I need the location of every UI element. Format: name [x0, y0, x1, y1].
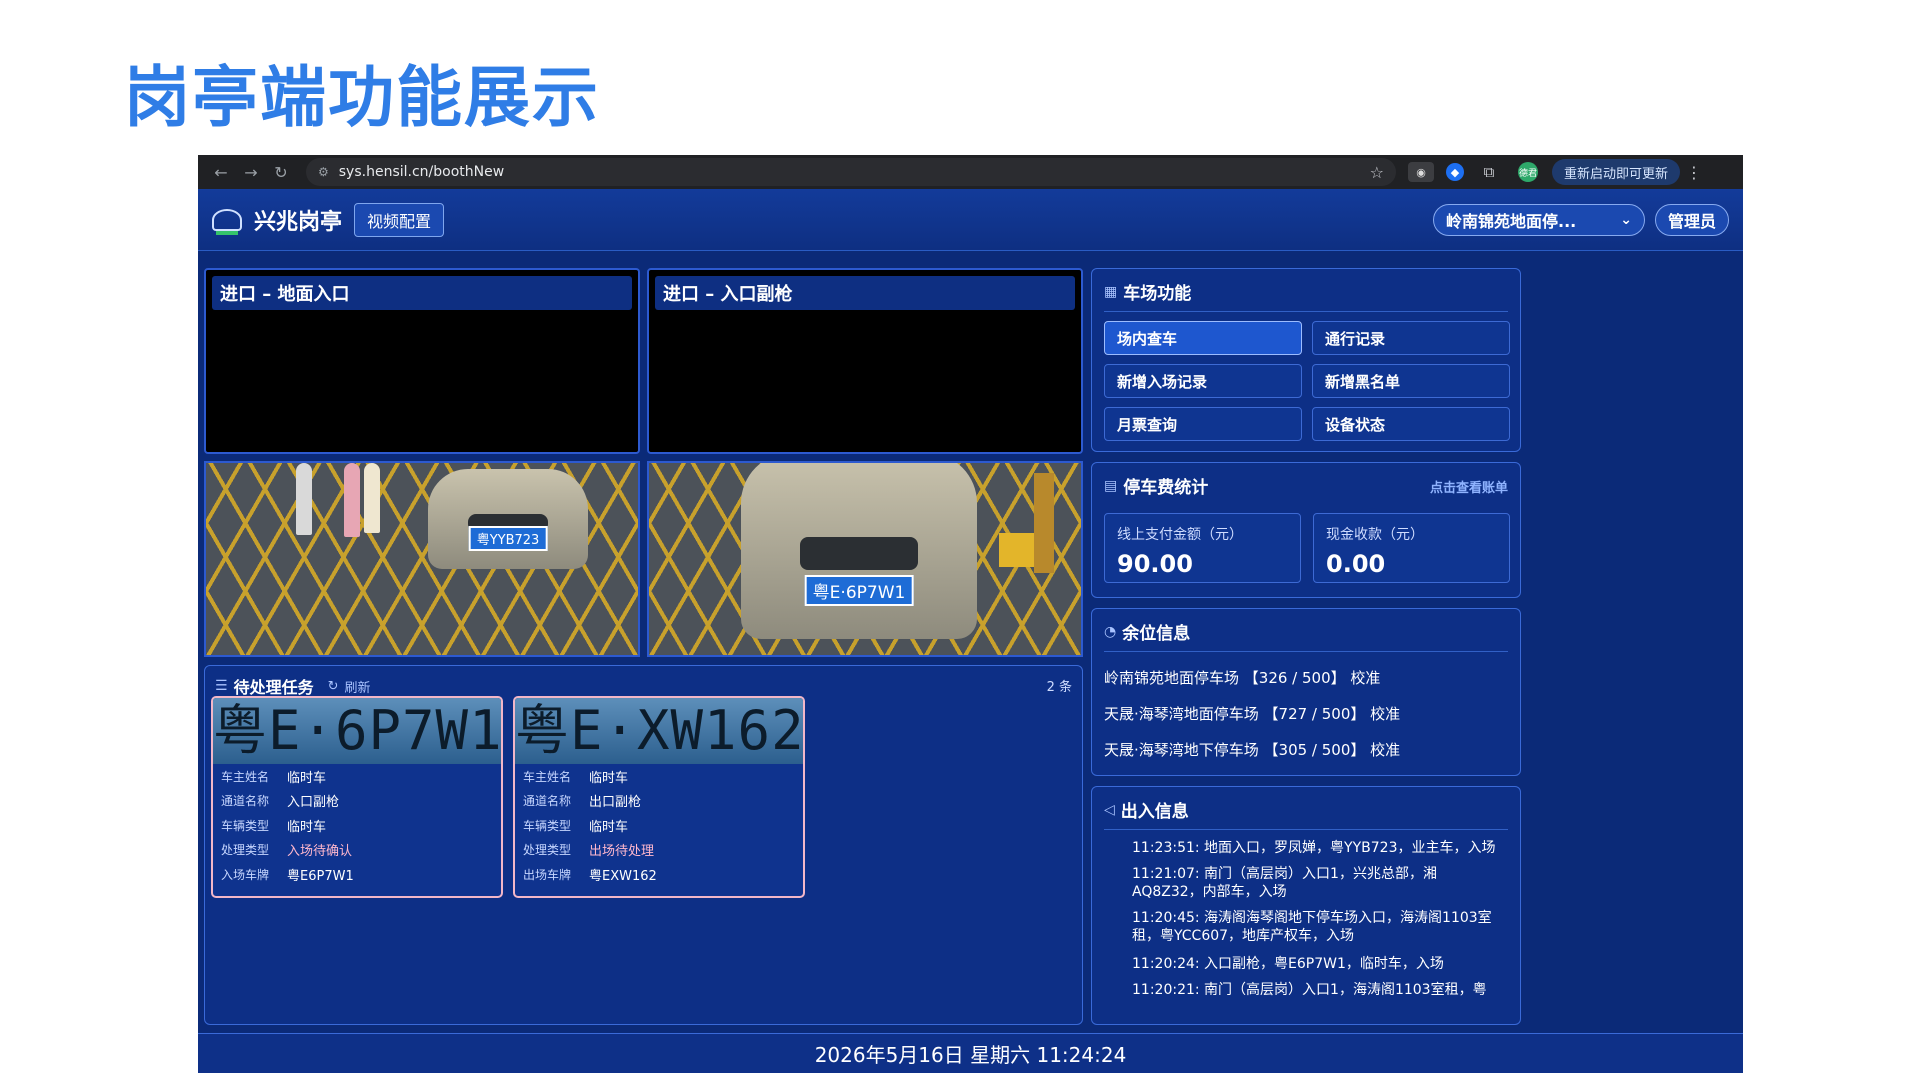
extension-icon[interactable]: ◆: [1446, 163, 1464, 181]
task-card[interactable]: 粤E·XW162 车主姓名 临时车 通道名称 出口副枪 车辆类型 临时车 处理类型 出场…: [513, 696, 805, 898]
camera-snapshot[interactable]: 粤E·6P7W1: [647, 461, 1083, 657]
io-item: 11:23:51: 地面入口，罗凤婵，粤YYB723，业主车，入场: [1132, 840, 1496, 856]
vehicle-type: 临时车: [589, 819, 629, 835]
channel-name: 入口副枪: [287, 795, 340, 811]
camera-title: 进口 – 入口副枪: [655, 276, 1075, 310]
spaces-panel: ◔ 余位信息 岭南锦苑地面停车场 【326 / 500】 校准 天晟·海琴湾地面…: [1091, 608, 1521, 776]
channel-name: 出口副枪: [589, 795, 642, 811]
datetime: 2026年5月16日 星期六 11:24:24: [814, 1043, 1127, 1067]
fn-device-status-button[interactable]: 设备状态: [1312, 407, 1510, 441]
status-bar: 2026年5月16日 星期六 11:24:24: [198, 1033, 1743, 1073]
browser-toolbar: ← → ↻ ⚙ sys.hensil.cn/boothNew ☆ ◉ ◆ ⧉ 德…: [198, 155, 1743, 189]
lot-functions-title: 车场功能: [1123, 284, 1192, 304]
back-icon[interactable]: ←: [206, 163, 236, 182]
lot-functions-panel: ▦ 车场功能 场内查车 通行记录 新增入场记录 新增黑名单 月票查询 设备状态: [1091, 268, 1521, 452]
refresh-link[interactable]: 刷新: [344, 677, 370, 696]
app-logo-icon: [212, 208, 242, 235]
app-header: 兴兆岗亭 视频配置 岭南锦苑地面停... ⌄ 管理员: [198, 189, 1743, 251]
video-config-button[interactable]: 视频配置: [354, 202, 445, 237]
fn-search-car-button[interactable]: 场内查车: [1104, 321, 1302, 355]
online-payment-value: 90.00: [1117, 550, 1193, 578]
browser-window: ← → ↻ ⚙ sys.hensil.cn/boothNew ☆ ◉ ◆ ⧉ 德…: [198, 155, 1743, 1073]
license-plate: 粤YYB723: [468, 526, 548, 551]
chevron-down-icon: ⌄: [1620, 211, 1632, 228]
parking-lot-select[interactable]: 岭南锦苑地面停... ⌄: [1432, 203, 1645, 236]
entry-exit-title: 出入信息: [1120, 802, 1189, 822]
bookmark-star-icon[interactable]: ☆: [1370, 163, 1384, 182]
plate-number: 粤EXW162: [589, 868, 657, 884]
pending-tasks-panel: ☰ 待处理任务 ↻ 刷新 2 条 粤E·6P7W1 车主姓名 临时车 通道名称 入口…: [204, 665, 1083, 1025]
slide-title: 岗亭端功能展示: [124, 59, 600, 136]
online-payment-card: 线上支付金额（元） 90.00: [1104, 513, 1301, 583]
refresh-icon[interactable]: ↻: [328, 679, 339, 694]
barrier-post: [999, 533, 1039, 567]
process-type: 出场待处理: [589, 844, 655, 860]
parking-lot-selected: 岭南锦苑地面停...: [1445, 211, 1577, 231]
plate-image: 粤E·6P7W1: [213, 698, 501, 764]
parking-fee-panel: ▤ 停车费统计 点击查看账单 线上支付金额（元） 90.00 现金收款（元） 0…: [1091, 462, 1521, 598]
admin-button[interactable]: 管理员: [1654, 203, 1729, 236]
fn-add-blacklist-button[interactable]: 新增黑名单: [1312, 364, 1510, 398]
extension-icon[interactable]: ◉: [1408, 162, 1434, 182]
plate-number: 粤E6P7W1: [287, 868, 354, 884]
menu-kebab-icon[interactable]: ⋮: [1686, 163, 1702, 182]
online-payment-label: 线上支付金额（元）: [1117, 527, 1243, 543]
owner-name: 临时车: [287, 770, 327, 786]
car: 粤YYB723: [428, 469, 588, 569]
puzzle-icon[interactable]: ⧉: [1476, 162, 1502, 182]
owner-name: 临时车: [589, 770, 629, 786]
spaces-title: 余位信息: [1122, 624, 1191, 644]
app-name: 兴兆岗亭: [254, 209, 343, 235]
pedestrian: [364, 463, 380, 533]
reload-icon[interactable]: ↻: [266, 163, 296, 182]
io-item: 11:20:24: 入口副枪，粤E6P7W1，临时车，入场: [1132, 956, 1444, 972]
space-item[interactable]: 岭南锦苑地面停车场 【326 / 500】 校准: [1104, 667, 1380, 688]
pedestrian: [344, 463, 360, 537]
update-button[interactable]: 重新启动即可更新: [1552, 159, 1681, 185]
fn-add-entry-button[interactable]: 新增入场记录: [1104, 364, 1302, 398]
space-item[interactable]: 天晟·海琴湾地面停车场 【727 / 500】 校准: [1104, 703, 1400, 724]
grid-icon: ▦: [1104, 283, 1118, 300]
io-item: 11:20:21: 南门（高层岗）入口1，海涛阁1103室租，粤: [1132, 982, 1487, 998]
cash-payment-card: 现金收款（元） 0.00: [1313, 513, 1510, 583]
cash-payment-value: 0.00: [1326, 550, 1386, 578]
fn-monthly-ticket-button[interactable]: 月票查询: [1104, 407, 1302, 441]
plate-image: 粤E·XW162: [515, 698, 803, 764]
forward-icon[interactable]: →: [236, 163, 266, 182]
fn-pass-records-button[interactable]: 通行记录: [1312, 321, 1510, 355]
list-icon: ☰: [215, 678, 228, 694]
pending-tasks-title: 待处理任务: [233, 678, 314, 697]
camera-panel[interactable]: 进口 – 地面入口: [204, 268, 640, 454]
cash-payment-label: 现金收款（元）: [1326, 527, 1424, 543]
process-type: 入场待确认: [287, 844, 353, 860]
gauge-icon: ◔: [1104, 623, 1117, 640]
chart-icon: ▤: [1104, 477, 1118, 494]
address-bar[interactable]: ⚙ sys.hensil.cn/boothNew ☆: [306, 158, 1396, 186]
profile-avatar[interactable]: 德君: [1518, 162, 1538, 182]
van: 粤E·6P7W1: [741, 463, 977, 639]
vehicle-type: 临时车: [287, 819, 327, 835]
license-plate: 粤E·6P7W1: [804, 574, 914, 606]
megaphone-icon: ◁: [1104, 801, 1115, 818]
io-item: 11:21:07: 南门（高层岗）入口1，兴兆总部，湘AQ8Z32，内部车，入场: [1132, 866, 1437, 900]
url-text: sys.hensil.cn/boothNew: [338, 164, 505, 180]
barrier-gate: [1034, 473, 1054, 573]
camera-title: 进口 – 地面入口: [212, 276, 632, 310]
site-info-icon[interactable]: ⚙: [318, 165, 329, 179]
pedestrian: [296, 463, 312, 535]
camera-snapshot[interactable]: 粤YYB723: [204, 461, 640, 657]
entry-exit-panel: ◁ 出入信息 11:23:51: 地面入口，罗凤婵，粤YYB723，业主车，入场…: [1091, 786, 1521, 1025]
view-bill-link[interactable]: 点击查看账单: [1430, 477, 1508, 496]
space-item[interactable]: 天晟·海琴湾地下停车场 【305 / 500】 校准: [1104, 739, 1400, 760]
io-item: 11:20:45: 海涛阁海琴阁地下停车场入口，海涛阁1103室租，粤YCC60…: [1132, 910, 1492, 944]
task-card[interactable]: 粤E·6P7W1 车主姓名 临时车 通道名称 入口副枪 车辆类型 临时车 处理类型 入场…: [211, 696, 503, 898]
task-count: 2 条: [1046, 680, 1072, 695]
camera-panel[interactable]: 进口 – 入口副枪: [647, 268, 1083, 454]
parking-fee-title: 停车费统计: [1123, 478, 1209, 498]
